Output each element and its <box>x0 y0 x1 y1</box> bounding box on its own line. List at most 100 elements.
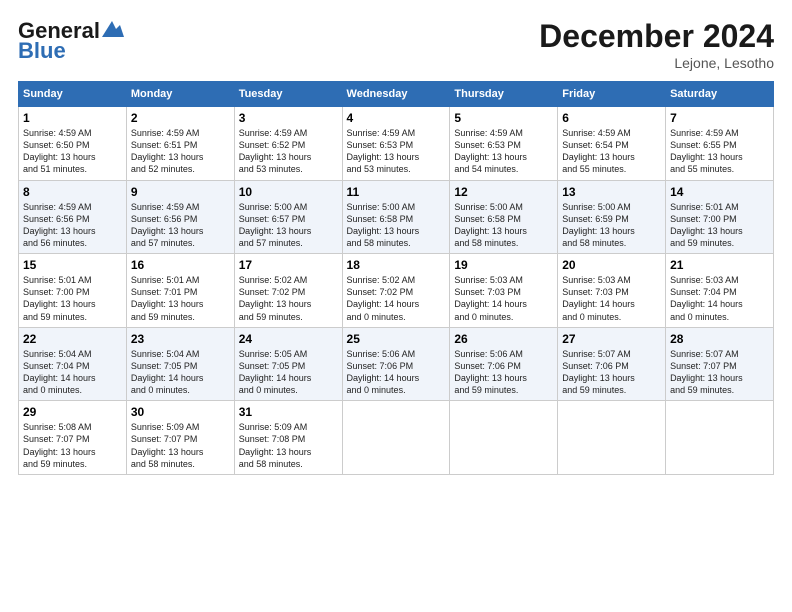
calendar-cell: 5 Sunrise: 4:59 AM Sunset: 6:53 PM Daylig… <box>450 107 558 181</box>
day-number: 4 <box>347 111 446 125</box>
calendar-cell: 2Sunrise: 4:59 AM Sunset: 6:51 PM Daylig… <box>126 107 234 181</box>
day-info: Sunrise: 5:06 AM Sunset: 7:06 PM Dayligh… <box>454 349 527 395</box>
day-number: 14 <box>670 185 769 199</box>
day-info: Sunrise: 5:02 AM Sunset: 7:02 PM Dayligh… <box>347 275 420 321</box>
day-number: 23 <box>131 332 230 346</box>
col-wednesday: Wednesday <box>342 82 450 107</box>
day-number: 9 <box>131 185 230 199</box>
calendar-cell: 16Sunrise: 5:01 AM Sunset: 7:01 PM Dayli… <box>126 254 234 328</box>
calendar-header-row: Sunday Monday Tuesday Wednesday Thursday… <box>19 82 774 107</box>
day-number: 5 <box>454 111 553 125</box>
day-number: 1 <box>23 111 122 125</box>
day-info: Sunrise: 5:04 AM Sunset: 7:05 PM Dayligh… <box>131 349 204 395</box>
day-info: Sunrise: 5:00 AM Sunset: 6:59 PM Dayligh… <box>562 202 635 248</box>
calendar-row: 22 Sunrise: 5:04 AM Sunset: 7:04 PM Dayli… <box>19 327 774 401</box>
day-info: Sunrise: 4:59 AM Sunset: 6:55 PM Dayligh… <box>670 128 743 174</box>
day-number: 10 <box>239 185 338 199</box>
day-info: Sunrise: 5:03 AM Sunset: 7:03 PM Dayligh… <box>454 275 527 321</box>
calendar-cell: 22 Sunrise: 5:04 AM Sunset: 7:04 PM Dayli… <box>19 327 127 401</box>
day-number: 3 <box>239 111 338 125</box>
calendar-cell <box>450 401 558 475</box>
day-info: Sunrise: 5:02 AM Sunset: 7:02 PM Dayligh… <box>239 275 312 321</box>
calendar-cell <box>558 401 666 475</box>
calendar-cell: 11 Sunrise: 5:00 AM Sunset: 6:58 PM Dayli… <box>342 180 450 254</box>
day-info: Sunrise: 5:09 AM Sunset: 7:08 PM Dayligh… <box>239 422 312 468</box>
day-number: 29 <box>23 405 122 419</box>
day-number: 7 <box>670 111 769 125</box>
calendar-cell: 9 Sunrise: 4:59 AM Sunset: 6:56 PM Daylig… <box>126 180 234 254</box>
day-number: 26 <box>454 332 553 346</box>
day-info: Sunrise: 5:00 AM Sunset: 6:58 PM Dayligh… <box>454 202 527 248</box>
day-info: Sunrise: 4:59 AM Sunset: 6:56 PM Dayligh… <box>131 202 204 248</box>
calendar-cell <box>342 401 450 475</box>
day-number: 19 <box>454 258 553 272</box>
day-info: Sunrise: 5:01 AM Sunset: 7:00 PM Dayligh… <box>670 202 743 248</box>
location: Lejone, Lesotho <box>539 55 774 71</box>
day-info: Sunrise: 5:03 AM Sunset: 7:04 PM Dayligh… <box>670 275 743 321</box>
calendar-table: Sunday Monday Tuesday Wednesday Thursday… <box>18 81 774 475</box>
day-info: Sunrise: 5:01 AM Sunset: 7:00 PM Dayligh… <box>23 275 96 321</box>
day-number: 24 <box>239 332 338 346</box>
calendar-cell: 30Sunrise: 5:09 AM Sunset: 7:07 PM Dayli… <box>126 401 234 475</box>
logo-blue: Blue <box>18 38 66 64</box>
calendar-cell: 25 Sunrise: 5:06 AM Sunset: 7:06 PM Dayli… <box>342 327 450 401</box>
day-number: 15 <box>23 258 122 272</box>
day-number: 6 <box>562 111 661 125</box>
day-number: 30 <box>131 405 230 419</box>
calendar-cell: 31 Sunrise: 5:09 AM Sunset: 7:08 PM Dayli… <box>234 401 342 475</box>
day-info: Sunrise: 5:07 AM Sunset: 7:07 PM Dayligh… <box>670 349 743 395</box>
calendar-cell: 10 Sunrise: 5:00 AM Sunset: 6:57 PM Dayli… <box>234 180 342 254</box>
calendar-row: 29 Sunrise: 5:08 AM Sunset: 7:07 PM Dayli… <box>19 401 774 475</box>
page: General Blue December 2024 Lejone, Lesot… <box>0 0 792 485</box>
calendar-cell: 17 Sunrise: 5:02 AM Sunset: 7:02 PM Dayli… <box>234 254 342 328</box>
day-info: Sunrise: 4:59 AM Sunset: 6:53 PM Dayligh… <box>454 128 527 174</box>
logo: General Blue <box>18 18 124 64</box>
calendar-cell <box>666 401 774 475</box>
day-info: Sunrise: 5:07 AM Sunset: 7:06 PM Dayligh… <box>562 349 635 395</box>
day-info: Sunrise: 4:59 AM Sunset: 6:50 PM Dayligh… <box>23 128 96 174</box>
calendar-row: 15 Sunrise: 5:01 AM Sunset: 7:00 PM Dayli… <box>19 254 774 328</box>
day-number: 17 <box>239 258 338 272</box>
day-number: 12 <box>454 185 553 199</box>
day-info: Sunrise: 5:08 AM Sunset: 7:07 PM Dayligh… <box>23 422 96 468</box>
col-thursday: Thursday <box>450 82 558 107</box>
title-area: December 2024 Lejone, Lesotho <box>539 18 774 71</box>
day-number: 25 <box>347 332 446 346</box>
col-sunday: Sunday <box>19 82 127 107</box>
day-number: 11 <box>347 185 446 199</box>
day-number: 27 <box>562 332 661 346</box>
day-info: Sunrise: 5:06 AM Sunset: 7:06 PM Dayligh… <box>347 349 420 395</box>
calendar-cell: 18 Sunrise: 5:02 AM Sunset: 7:02 PM Dayli… <box>342 254 450 328</box>
calendar-cell: 19 Sunrise: 5:03 AM Sunset: 7:03 PM Dayli… <box>450 254 558 328</box>
day-number: 20 <box>562 258 661 272</box>
calendar-cell: 13 Sunrise: 5:00 AM Sunset: 6:59 PM Dayli… <box>558 180 666 254</box>
day-info: Sunrise: 5:00 AM Sunset: 6:57 PM Dayligh… <box>239 202 312 248</box>
calendar-cell: 4 Sunrise: 4:59 AM Sunset: 6:53 PM Daylig… <box>342 107 450 181</box>
header: General Blue December 2024 Lejone, Lesot… <box>18 18 774 71</box>
calendar-cell: 28Sunrise: 5:07 AM Sunset: 7:07 PM Dayli… <box>666 327 774 401</box>
day-number: 18 <box>347 258 446 272</box>
day-number: 21 <box>670 258 769 272</box>
col-saturday: Saturday <box>666 82 774 107</box>
day-info: Sunrise: 5:04 AM Sunset: 7:04 PM Dayligh… <box>23 349 96 395</box>
day-number: 13 <box>562 185 661 199</box>
day-info: Sunrise: 5:00 AM Sunset: 6:58 PM Dayligh… <box>347 202 420 248</box>
day-info: Sunrise: 4:59 AM Sunset: 6:54 PM Dayligh… <box>562 128 635 174</box>
month-title: December 2024 <box>539 18 774 55</box>
day-number: 22 <box>23 332 122 346</box>
day-number: 31 <box>239 405 338 419</box>
calendar-cell: 14 Sunrise: 5:01 AM Sunset: 7:00 PM Dayli… <box>666 180 774 254</box>
calendar-cell: 6 Sunrise: 4:59 AM Sunset: 6:54 PM Daylig… <box>558 107 666 181</box>
calendar-cell: 3 Sunrise: 4:59 AM Sunset: 6:52 PM Daylig… <box>234 107 342 181</box>
day-number: 2 <box>131 111 230 125</box>
day-info: Sunrise: 4:59 AM Sunset: 6:52 PM Dayligh… <box>239 128 312 174</box>
day-info: Sunrise: 4:59 AM Sunset: 6:53 PM Dayligh… <box>347 128 420 174</box>
calendar-cell: 15 Sunrise: 5:01 AM Sunset: 7:00 PM Dayli… <box>19 254 127 328</box>
calendar-cell: 8Sunrise: 4:59 AM Sunset: 6:56 PM Daylig… <box>19 180 127 254</box>
day-number: 16 <box>131 258 230 272</box>
calendar-cell: 20Sunrise: 5:03 AM Sunset: 7:03 PM Dayli… <box>558 254 666 328</box>
calendar-cell: 12 Sunrise: 5:00 AM Sunset: 6:58 PM Dayli… <box>450 180 558 254</box>
calendar-row: 1 Sunrise: 4:59 AM Sunset: 6:50 PM Daylig… <box>19 107 774 181</box>
calendar-row: 8Sunrise: 4:59 AM Sunset: 6:56 PM Daylig… <box>19 180 774 254</box>
col-monday: Monday <box>126 82 234 107</box>
